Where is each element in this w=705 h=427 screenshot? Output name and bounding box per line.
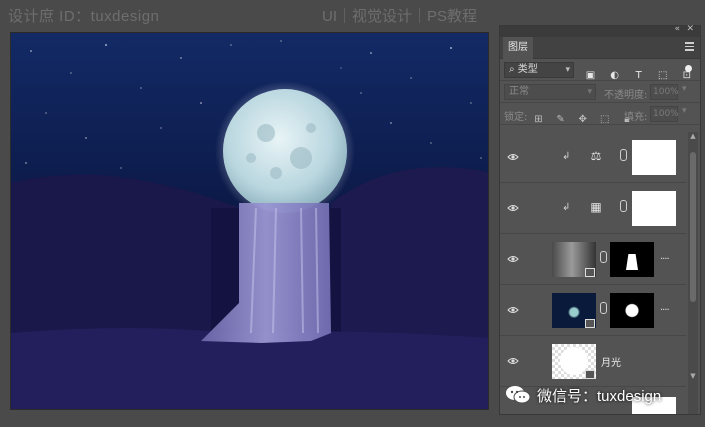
smart-object-icon xyxy=(585,268,595,277)
clipping-arrow-icon: ↲ xyxy=(562,151,571,162)
smart-object-icon xyxy=(585,370,595,379)
fill-input[interactable]: 100% xyxy=(650,106,679,122)
mask-thumbnail[interactable] xyxy=(610,293,654,328)
eye-icon[interactable] xyxy=(507,152,519,162)
lock-transparency-icon[interactable]: ⊞ xyxy=(532,113,545,126)
layers-panel: « ✕ 图层 ⌕ 类型 ▾ ▣ ◐ T ⬚ ⊡ 正常 ▾ 不透明度: 100% … xyxy=(499,24,701,415)
lock-artboard-icon[interactable]: ⬚ xyxy=(598,113,611,126)
panel-menu-icon[interactable] xyxy=(685,42,694,51)
link-icon[interactable] xyxy=(620,149,627,161)
panel-tabbar: 图层 xyxy=(500,37,700,59)
layer-row[interactable]: ↲ ⚖ xyxy=(500,132,686,183)
opacity-input[interactable]: 100% xyxy=(650,84,679,100)
chevron-up-icon[interactable]: ▲ xyxy=(688,132,698,142)
mask-thumbnail[interactable] xyxy=(632,140,676,175)
link-icon[interactable] xyxy=(600,302,607,314)
lock-position-icon[interactable]: ✥ xyxy=(576,113,589,126)
layer-row[interactable]: .... xyxy=(500,234,686,285)
lock-label: 锁定: xyxy=(504,112,528,123)
search-icon: ⌕ xyxy=(509,64,515,75)
grid-icon: ▦ xyxy=(590,200,602,214)
layer-row[interactable]: .... xyxy=(500,285,686,336)
filter-row: ⌕ 类型 ▾ ▣ ◐ T ⬚ ⊡ xyxy=(500,59,700,81)
chevron-down-icon[interactable]: ▾ xyxy=(682,84,687,94)
layer-name[interactable]: 月光 xyxy=(601,354,621,369)
chevron-down-icon[interactable]: ▼ xyxy=(688,372,698,382)
smart-object-icon xyxy=(585,319,595,328)
chevron-down-icon: ▾ xyxy=(587,87,592,97)
canvas-artwork xyxy=(11,33,488,409)
wechat-watermark: 微信号：tuxdesign xyxy=(505,380,661,410)
layer-list: ↲ ⚖ ↲ ▦ .... .... 月光 xyxy=(500,132,686,414)
blend-mode-select[interactable]: 正常 ▾ xyxy=(504,84,596,100)
eye-icon[interactable] xyxy=(507,305,519,315)
close-icon[interactable]: ✕ xyxy=(686,24,694,34)
double-chevron-icon[interactable]: « xyxy=(674,24,680,34)
tab-layers[interactable]: 图层 xyxy=(503,37,533,59)
scroll-thumb[interactable] xyxy=(690,152,696,302)
link-icon[interactable] xyxy=(600,251,607,263)
lock-paint-icon[interactable]: ✎ xyxy=(554,113,567,126)
chevron-down-icon[interactable]: ▾ xyxy=(682,106,687,116)
more-icon: .... xyxy=(660,302,670,313)
fill-label: 填充: xyxy=(624,112,648,123)
panel-titlebar: « ✕ xyxy=(500,24,700,37)
blend-mode-value: 正常 xyxy=(509,86,529,97)
opacity-label: 不透明度: xyxy=(604,90,648,101)
mask-thumbnail[interactable] xyxy=(632,191,676,226)
blend-row: 正常 ▾ 不透明度: 100% ▾ xyxy=(500,81,700,103)
link-icon[interactable] xyxy=(620,200,627,212)
mask-thumbnail[interactable] xyxy=(610,242,654,277)
wechat-icon xyxy=(506,386,531,404)
filter-kind-select[interactable]: ⌕ 类型 ▾ xyxy=(504,62,574,78)
eye-icon[interactable] xyxy=(507,254,519,264)
balance-icon: ⚖ xyxy=(590,149,602,163)
document-canvas[interactable] xyxy=(10,32,489,410)
more-icon: .... xyxy=(660,251,670,262)
filter-kind-label: 类型 xyxy=(517,64,538,75)
clipping-arrow-icon: ↲ xyxy=(562,202,571,213)
filter-toggle[interactable] xyxy=(685,65,692,72)
wechat-id-text: 微信号：tuxdesign xyxy=(537,387,662,405)
layer-row[interactable]: ↲ ▦ xyxy=(500,183,686,234)
watermark-right: UI｜视觉设计｜PS教程 xyxy=(321,8,477,25)
eye-icon[interactable] xyxy=(507,356,519,366)
chevron-down-icon: ▾ xyxy=(565,65,570,75)
lock-row: 锁定: ⊞ ✎ ✥ ⬚ 🔒︎ 填充: 100% ▾ xyxy=(500,103,700,125)
watermark-left: 设计庶 ID：tuxdesign xyxy=(8,8,160,25)
eye-icon[interactable] xyxy=(507,203,519,213)
layer-list-scrollbar[interactable]: ▲ ▼ xyxy=(688,132,698,414)
